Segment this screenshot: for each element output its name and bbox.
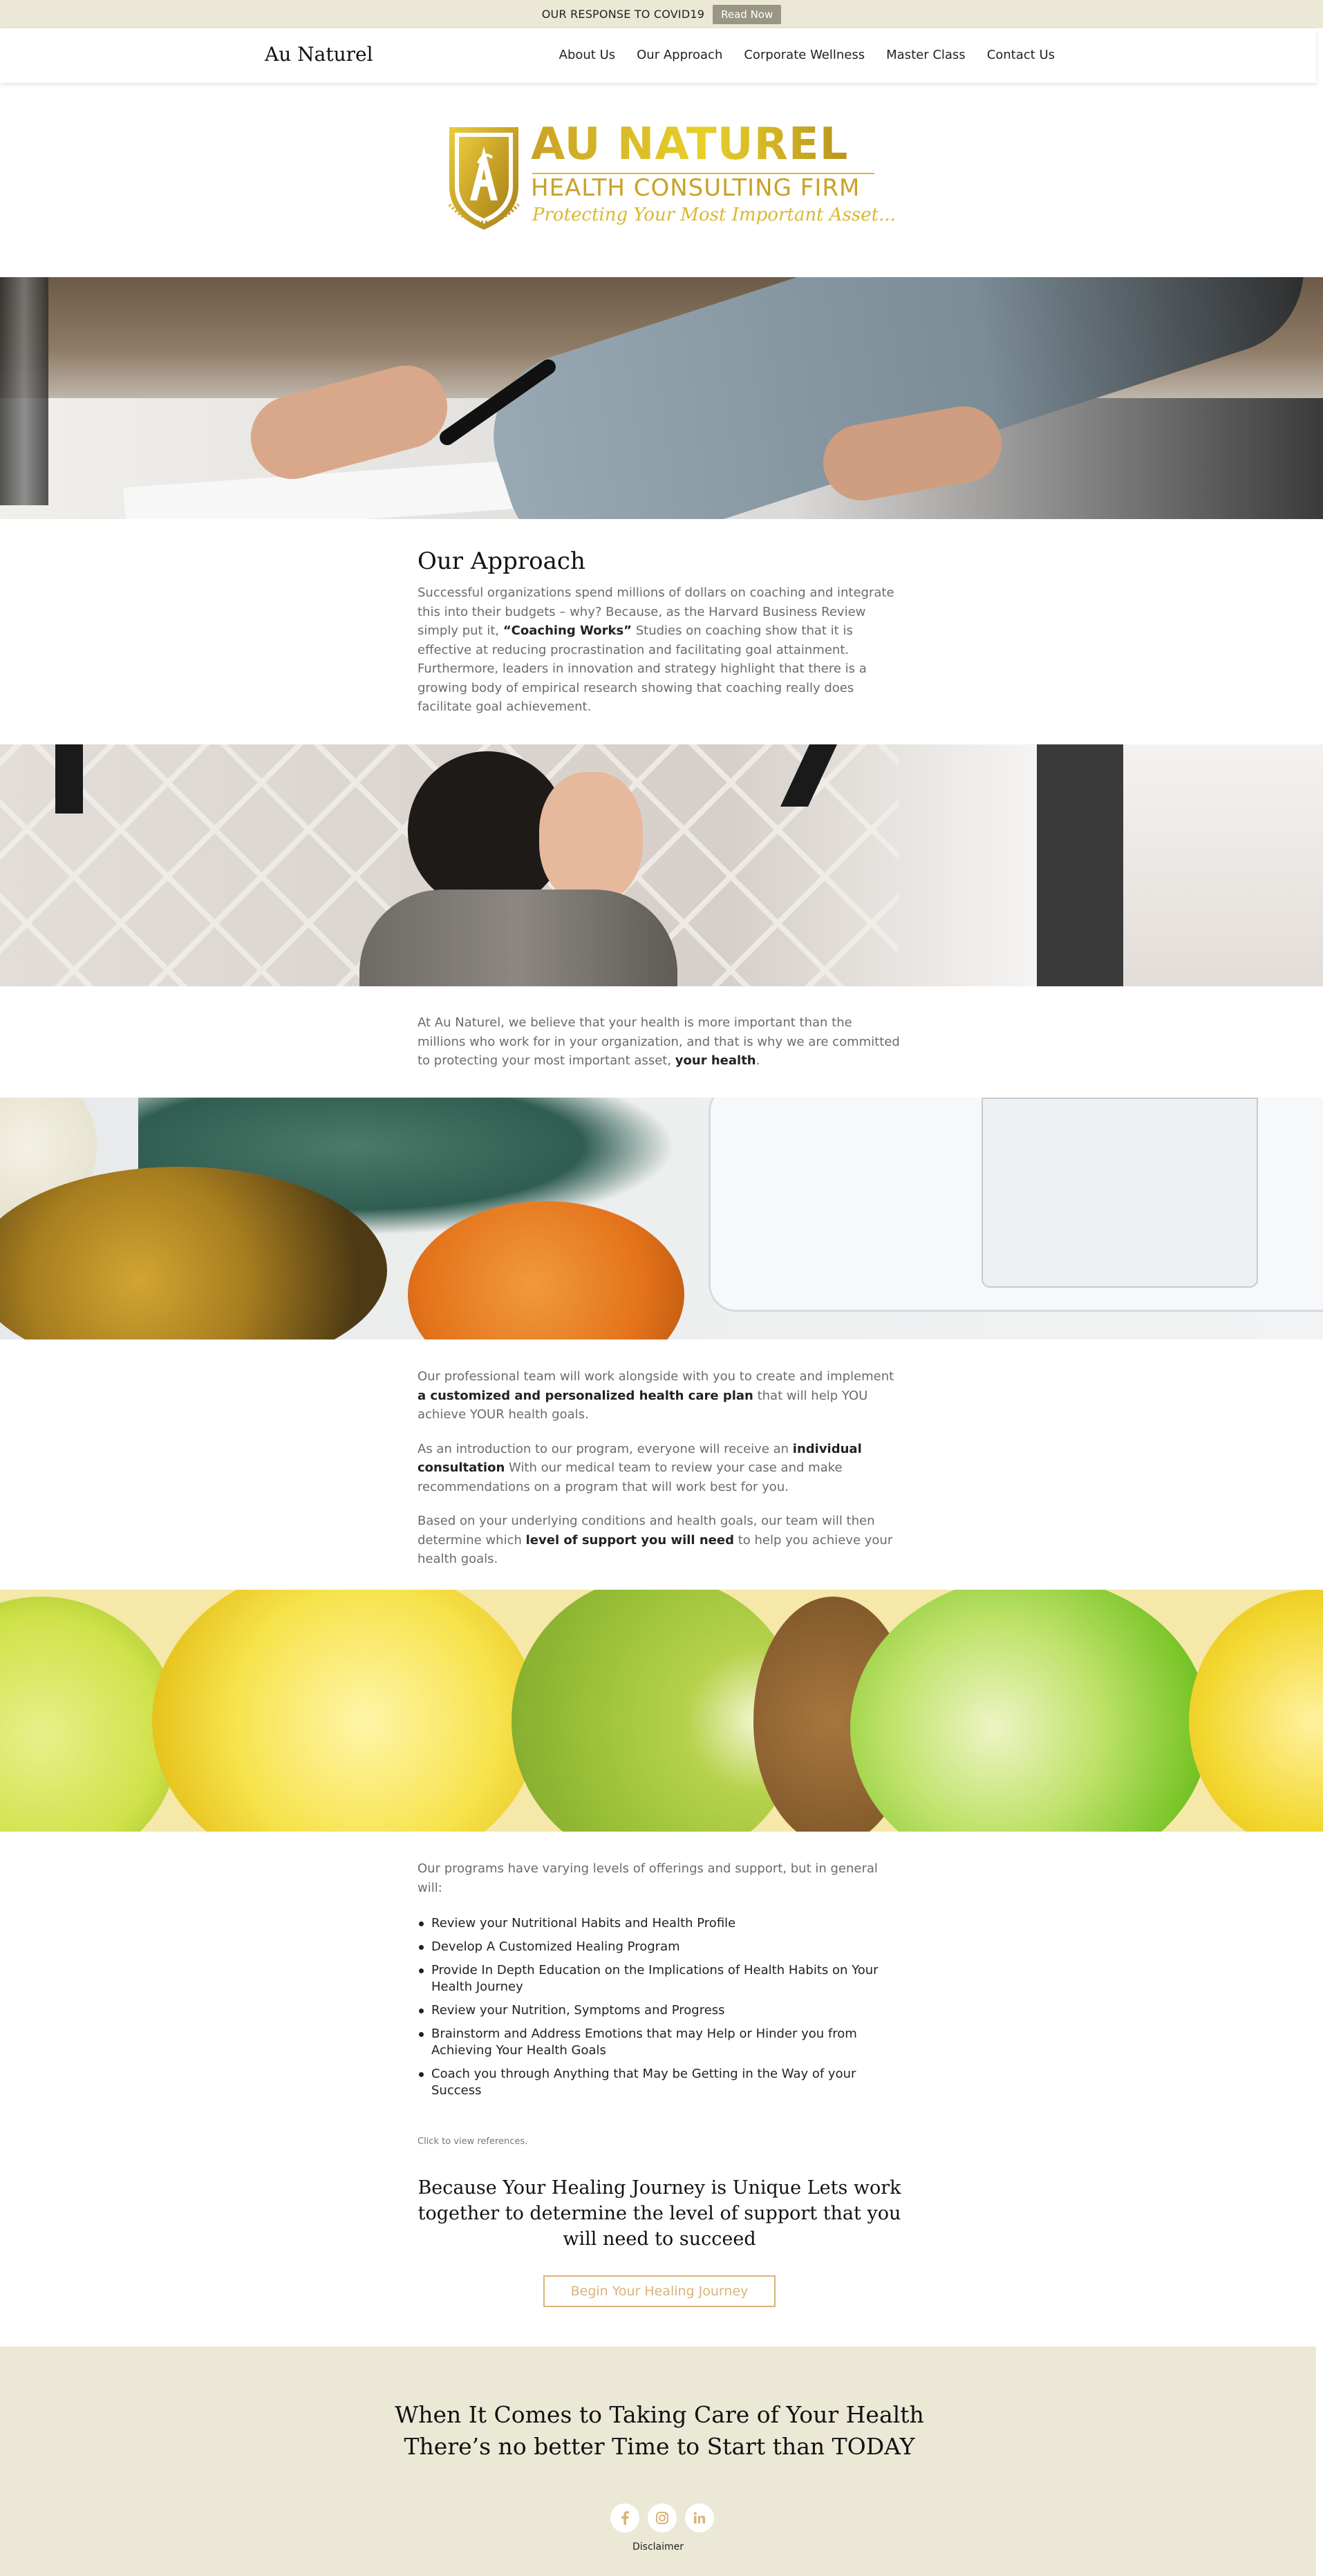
- site-footer: When It Comes to Taking Care of Your Hea…: [0, 2347, 1316, 2576]
- belief-text: At Au Naturel, we believe that your heal…: [417, 1015, 900, 1068]
- list-item: Review your Nutritional Habits and Healt…: [417, 1915, 901, 1932]
- list-item: Provide In Depth Education on the Implic…: [417, 1962, 901, 1995]
- approach-text: Successful organizations spend millions …: [417, 585, 894, 714]
- list-item: Coach you through Anything that May be G…: [417, 2066, 901, 2099]
- programs-list: Review your Nutritional Habits and Healt…: [417, 1915, 901, 2099]
- team-paragraph-1: Our professional team will work alongsid…: [417, 1369, 894, 1422]
- nav-corporate-wellness[interactable]: Corporate Wellness: [744, 48, 865, 62]
- list-item: Develop A Customized Healing Program: [417, 1939, 901, 1955]
- site-header: Au Naturel About Us Our Approach Corpora…: [0, 28, 1316, 83]
- image-citrus-kiwi: [0, 1590, 1323, 1832]
- programs-intro: Our programs have varying levels of offe…: [417, 1861, 878, 1895]
- nav-contact-us[interactable]: Contact Us: [987, 48, 1055, 62]
- footer-heading: When It Comes to Taking Care of Your Hea…: [279, 2399, 1040, 2463]
- footer-heading-line-2: There’s no better Time to Start than TOD…: [404, 2433, 915, 2460]
- list-item: Review your Nutrition, Symptoms and Prog…: [417, 2002, 901, 2019]
- disclaimer-link[interactable]: Disclaimer: [0, 2541, 1316, 2553]
- footer-heading-line-1: When It Comes to Taking Care of Your Hea…: [395, 2401, 924, 2428]
- facebook-icon[interactable]: [610, 2503, 639, 2532]
- cta-heading: Because Your Healing Journey is Unique L…: [417, 2177, 901, 2250]
- begin-journey-button[interactable]: Begin Your Healing Journey: [543, 2275, 776, 2307]
- list-item: Brainstorm and Address Emotions that may…: [417, 2026, 901, 2059]
- approach-heading: Our Approach: [417, 547, 585, 575]
- logo-tagline: Protecting Your Most Important Asset...: [532, 205, 896, 225]
- image-woman-laughing: [0, 744, 1323, 986]
- logo-subtitle: HEALTH CONSULTING FIRM: [531, 174, 861, 202]
- nav-our-approach[interactable]: Our Approach: [637, 48, 722, 62]
- team-section: Our professional team will work alongsid…: [417, 1367, 901, 1569]
- covid-notice-bar: OUR RESPONSE TO COVID19 Read Now: [0, 0, 1323, 28]
- company-logo: AU NATUREL HEALTH CONSULTING FIRM Protec…: [442, 119, 896, 235]
- team-paragraph-3: Based on your underlying conditions and …: [417, 1514, 893, 1566]
- site-brand[interactable]: Au Naturel: [265, 43, 373, 66]
- instagram-icon[interactable]: [648, 2503, 677, 2532]
- logo-emblem-icon: [448, 127, 520, 230]
- read-now-button[interactable]: Read Now: [713, 4, 782, 24]
- nav-master-class[interactable]: Master Class: [886, 48, 966, 62]
- logo-title: AU NATUREL: [531, 119, 849, 170]
- image-fruits-laptop: [0, 1098, 1323, 1339]
- programs-section: Our programs have varying levels of offe…: [417, 1859, 901, 2106]
- team-paragraph-2: As an introduction to our program, every…: [417, 1441, 862, 1494]
- approach-section: Our Approach Successful organizations sp…: [417, 547, 901, 717]
- hero-image-desk: [0, 277, 1323, 519]
- references-link[interactable]: Click to view references.: [417, 2136, 901, 2147]
- linkedin-icon[interactable]: [685, 2503, 714, 2532]
- covid-notice-text: OUR RESPONSE TO COVID19: [541, 8, 705, 21]
- nav-about-us[interactable]: About Us: [559, 48, 616, 62]
- main-nav: About Us Our Approach Corporate Wellness…: [559, 48, 1055, 62]
- belief-section: At Au Naturel, we believe that your heal…: [417, 1013, 901, 1071]
- social-links: [610, 2503, 714, 2532]
